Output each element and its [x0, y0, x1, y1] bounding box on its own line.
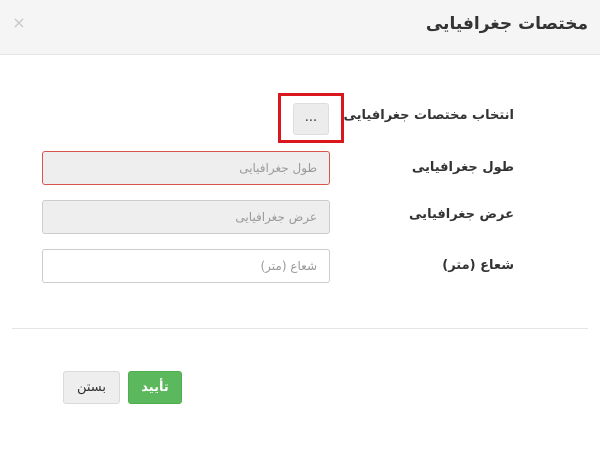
close-icon[interactable]: ×: [11, 14, 27, 32]
longitude-label: طول جغرافیایی: [411, 160, 514, 175]
coordinates-dialog: × مختصات جغرافیایی انتخاب مختصات جغرافیا…: [0, 0, 600, 456]
dialog-header: × مختصات جغرافیایی: [0, 0, 600, 55]
latitude-field[interactable]: [42, 200, 330, 234]
footer-divider: [12, 328, 588, 329]
longitude-field[interactable]: [42, 151, 330, 185]
radius-field[interactable]: [42, 249, 330, 283]
select-coords-label: انتخاب مختصات جغرافیایی: [343, 108, 514, 123]
dialog-title: مختصات جغرافیایی: [425, 14, 588, 34]
confirm-button[interactable]: تأیید: [128, 371, 182, 404]
radius-label: شعاع (متر): [442, 258, 514, 273]
latitude-label: عرض جغرافیایی: [409, 207, 514, 222]
coords-picker-button[interactable]: ...: [293, 103, 329, 135]
close-button[interactable]: بستن: [63, 371, 120, 404]
